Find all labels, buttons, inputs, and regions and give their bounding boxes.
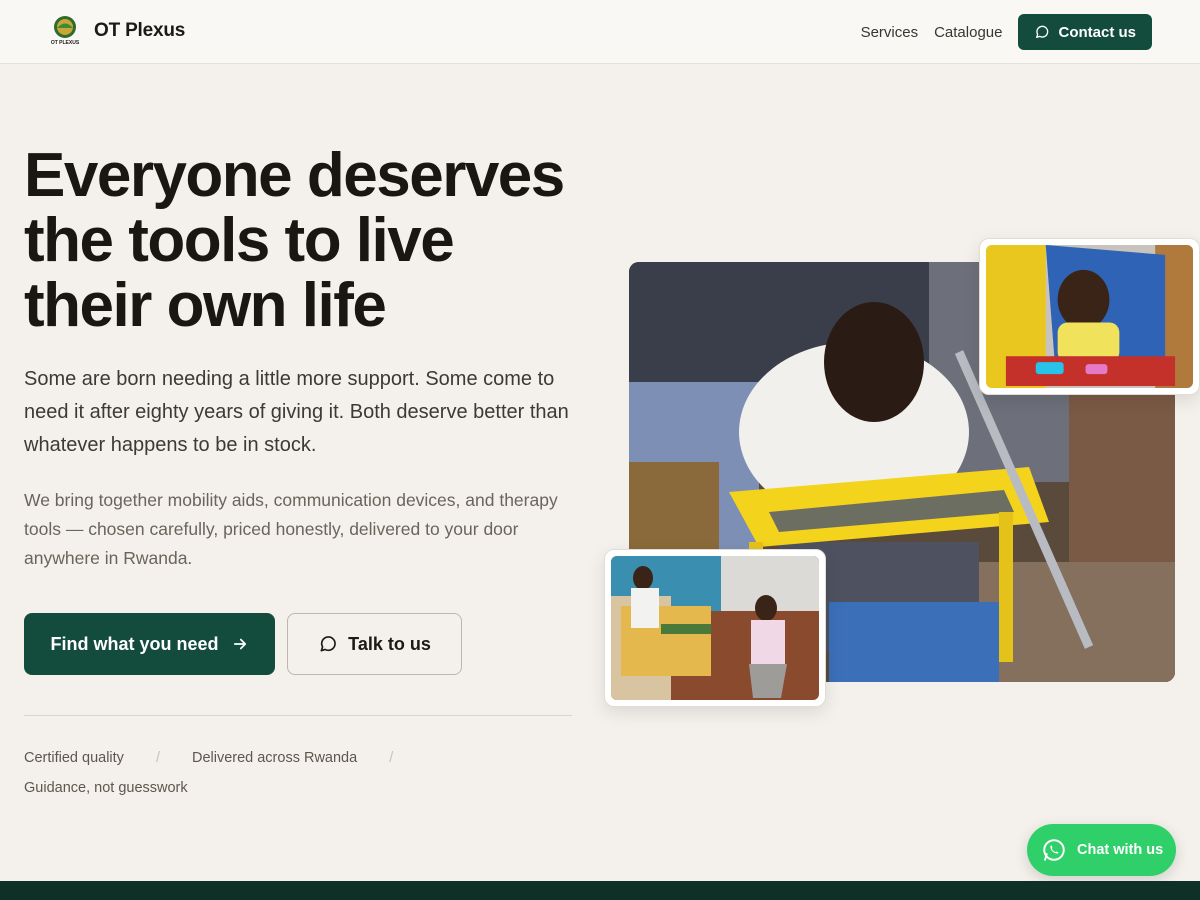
trust-points: Certified quality / Delivered across Rwa…	[24, 748, 584, 800]
hero-headline: Everyone deserves the tools to live thei…	[24, 141, 565, 340]
logo-lettering: OT PLEXUS	[51, 40, 80, 46]
trust-item: Guidance, not guesswork	[24, 780, 188, 796]
find-what-you-need-button[interactable]: Find what you need	[24, 613, 275, 675]
trust-item: Certified quality	[24, 750, 124, 766]
hero-photo-bottom	[604, 549, 826, 707]
whatsapp-chat-button[interactable]: Chat with us	[1027, 824, 1176, 876]
whatsapp-icon	[1043, 839, 1065, 861]
chat-bubble-icon	[1036, 25, 1049, 38]
nav-services[interactable]: Services	[861, 24, 919, 41]
brand-logo: OT PLEXUS	[51, 16, 80, 46]
trust-item: Delivered across Rwanda	[191, 750, 358, 766]
contact-button-label: Contact us	[1058, 23, 1136, 41]
trust-separator: /	[389, 750, 394, 766]
arrow-right-icon	[233, 638, 246, 650]
hero-photo-top	[979, 238, 1200, 395]
trust-separator: /	[155, 750, 160, 766]
main-nav: Services Catalogue Contact us	[861, 14, 1152, 50]
primary-cta-label: Find what you need	[50, 633, 219, 654]
talk-to-us-button[interactable]: Talk to us	[287, 613, 462, 675]
brand[interactable]: OT PLEXUS OT Plexus	[50, 14, 185, 48]
brand-name: OT Plexus	[94, 20, 186, 41]
hero-subtext: We bring together mobility aids, communi…	[24, 490, 558, 568]
hero-lead: Some are born needing a little more supp…	[24, 368, 569, 456]
chat-bubble-icon	[320, 636, 336, 652]
footer-band	[0, 881, 1200, 900]
chat-button-label: Chat with us	[1077, 842, 1164, 858]
divider	[24, 715, 572, 716]
secondary-cta-label: Talk to us	[348, 633, 431, 654]
children-playing-photo	[611, 556, 819, 700]
site-header: OT PLEXUS OT Plexus Services Catalogue C…	[0, 0, 1200, 64]
nav-catalogue[interactable]: Catalogue	[934, 24, 1002, 41]
contact-button[interactable]: Contact us	[1018, 14, 1152, 50]
child-in-seat-photo	[986, 245, 1193, 388]
